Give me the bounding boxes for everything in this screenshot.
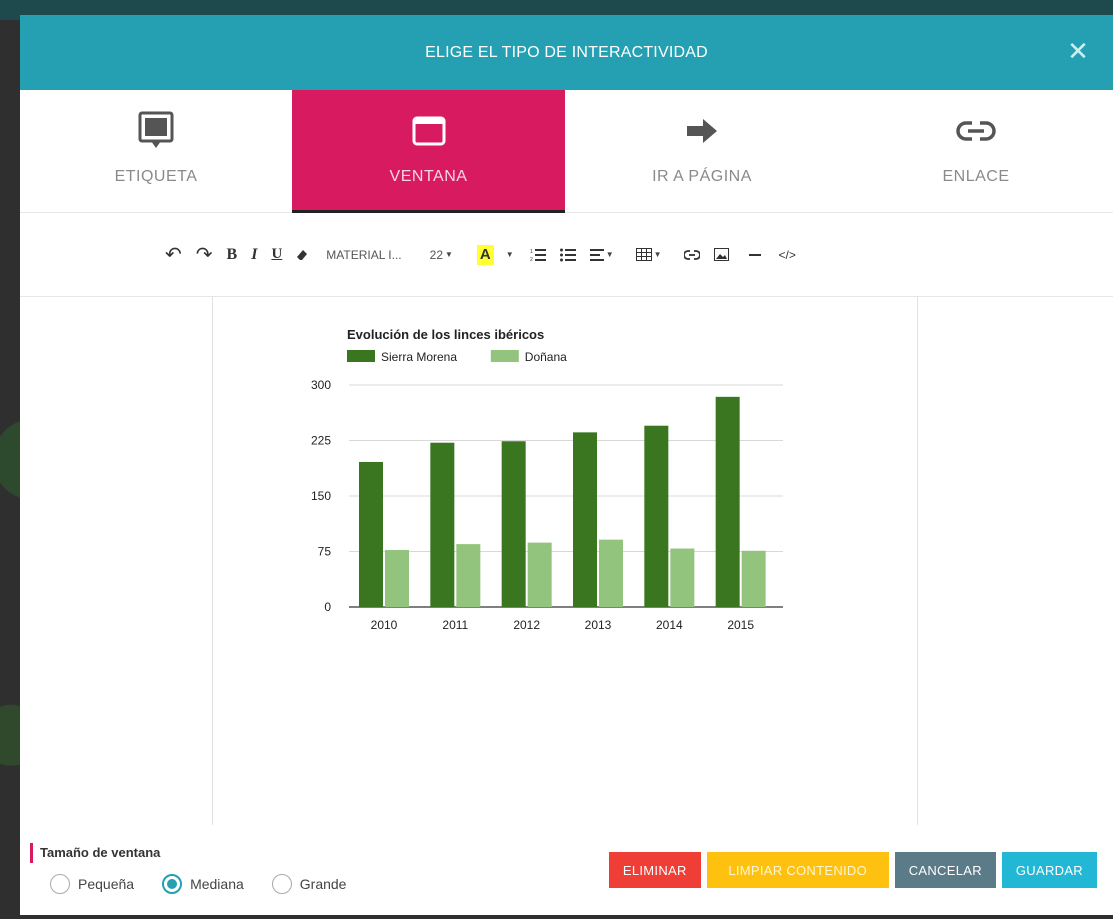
radio-pequena-label: Pequeña	[78, 876, 135, 892]
bar-sierra-morena-2012	[501, 441, 526, 607]
modal-header: ELIGE EL TIPO DE INTERACTIVIDAD ✕	[20, 15, 1113, 90]
bar-sierra-morena-2014	[644, 425, 669, 607]
y-tick-label: 225	[311, 434, 331, 448]
x-tick-label: 2011	[442, 618, 468, 632]
insert-link-icon[interactable]	[683, 243, 700, 267]
save-button[interactable]: GUARDAR	[1001, 852, 1097, 888]
bar-donana-2011	[456, 544, 481, 607]
clear-content-button[interactable]: LIMPIAR CONTENIDO	[706, 852, 889, 888]
tab-enlace[interactable]: ENLACE	[839, 90, 1113, 213]
y-tick-label: 150	[311, 489, 331, 503]
interactivity-modal: ELIGE EL TIPO DE INTERACTIVIDAD ✕ ETIQUE…	[20, 15, 1113, 915]
editor-toolbar: ↶ ↷ B I U MATERIAL I... 22▼ A ▼ 12 ▼ ▼	[20, 213, 1113, 297]
x-tick-label: 2013	[585, 618, 612, 632]
bar-sierra-morena-2010	[359, 461, 383, 607]
window-size-options: Pequeña Mediana Grande	[50, 874, 374, 894]
tab-ventana[interactable]: VENTANA	[292, 90, 565, 213]
insert-image-icon[interactable]	[713, 243, 729, 267]
ordered-list-icon[interactable]: 12	[530, 243, 546, 267]
editor-area: Evolución de los linces ibéricos Sierra …	[20, 297, 1113, 825]
y-tick-label: 75	[318, 545, 332, 559]
legend-swatch	[347, 350, 375, 362]
bold-button[interactable]: B	[227, 243, 238, 267]
chart-title: Evolución de los linces ibéricos	[347, 327, 544, 342]
text-color-button[interactable]: A	[476, 244, 494, 265]
chevron-down-icon: ▼	[445, 250, 453, 259]
align-icon[interactable]: ▼	[589, 243, 614, 267]
modal-title: ELIGE EL TIPO DE INTERACTIVIDAD	[425, 43, 708, 61]
table-icon[interactable]: ▼	[635, 243, 662, 267]
bar-donana-2014	[670, 548, 695, 607]
bar-sierra-morena-2011	[430, 442, 455, 607]
editor-content[interactable]: Evolución de los linces ibéricos Sierra …	[212, 297, 918, 825]
legend-swatch	[490, 350, 519, 362]
modal-footer: Tamaño de ventana Pequeña Mediana Grande…	[20, 838, 1113, 915]
cancel-button[interactable]: CANCELAR	[894, 852, 996, 888]
x-tick-label: 2010	[371, 618, 398, 632]
x-tick-label: 2014	[656, 618, 683, 632]
bar-donana-2013	[599, 539, 623, 607]
delete-button[interactable]: ELIMINAR	[608, 852, 701, 888]
window-icon	[412, 112, 446, 150]
tab-ir-a-pagina-label: IR A PÁGINA	[652, 168, 752, 185]
type-tabs: ETIQUETA VENTANA IR A PÁGINA ENLACE	[20, 90, 1113, 213]
radio-grande-label: Grande	[299, 876, 347, 892]
radio-circle	[271, 874, 292, 894]
arrow-right-icon	[685, 112, 719, 150]
radio-mediana[interactable]: Mediana	[162, 874, 244, 894]
footer-actions: ELIMINAR LIMPIAR CONTENIDO CANCELAR GUAR…	[608, 852, 1097, 888]
legend-label: Doñana	[525, 350, 567, 364]
radio-dot	[167, 879, 178, 889]
speech-bubble-icon	[138, 111, 174, 150]
font-size-select[interactable]: 22 ▼	[430, 243, 453, 267]
y-tick-label: 300	[311, 378, 331, 392]
underline-button[interactable]: U	[271, 243, 282, 267]
font-size-value: 22	[429, 247, 443, 262]
close-icon[interactable]: ✕	[1067, 37, 1089, 65]
x-tick-label: 2012	[513, 618, 540, 632]
horizontal-rule-icon[interactable]	[748, 243, 761, 267]
bar-donana-2015	[741, 550, 766, 607]
tab-etiqueta-label: ETIQUETA	[114, 168, 198, 185]
radio-pequena[interactable]: Pequeña	[50, 874, 134, 894]
radio-mediana-label: Mediana	[190, 876, 244, 892]
chart-legend: Sierra Morena Doñana	[347, 350, 567, 364]
chart-bars	[359, 396, 766, 607]
x-tick-label: 2015	[727, 618, 754, 632]
bar-donana-2010	[385, 550, 409, 607]
legend-label: Sierra Morena	[381, 350, 457, 364]
italic-button[interactable]: I	[251, 243, 257, 267]
tab-ir-a-pagina[interactable]: IR A PÁGINA	[565, 90, 839, 213]
tab-ventana-label: VENTANA	[389, 168, 468, 185]
radio-circle	[50, 874, 70, 894]
redo-button[interactable]: ↷	[196, 243, 213, 267]
color-dropdown-icon[interactable]: ▼	[504, 243, 514, 267]
svg-text:1: 1	[530, 249, 533, 255]
radio-grande[interactable]: Grande	[271, 874, 347, 894]
svg-text:2: 2	[530, 257, 533, 262]
undo-button[interactable]: ↶	[165, 243, 182, 267]
bullet-list-icon[interactable]	[559, 243, 576, 267]
tab-enlace-label: ENLACE	[942, 168, 1010, 185]
bar-sierra-morena-2013	[573, 432, 597, 607]
bar-sierra-morena-2015	[715, 396, 740, 607]
code-view-button[interactable]: </>	[779, 243, 796, 267]
font-family-select[interactable]: MATERIAL I...	[326, 243, 401, 267]
bar-donana-2012	[527, 542, 552, 607]
chart-x-labels: 2010 2011 2012 2013 2014 2015	[371, 618, 755, 632]
radio-circle	[162, 874, 183, 894]
eraser-icon[interactable]	[296, 243, 308, 267]
window-size-label: Tamaño de ventana	[30, 843, 160, 863]
link-icon	[956, 112, 996, 150]
tab-etiqueta[interactable]: ETIQUETA	[20, 90, 292, 213]
bar-chart: Evolución de los linces ibéricos Sierra …	[311, 327, 783, 632]
y-tick-label: 0	[324, 600, 331, 614]
